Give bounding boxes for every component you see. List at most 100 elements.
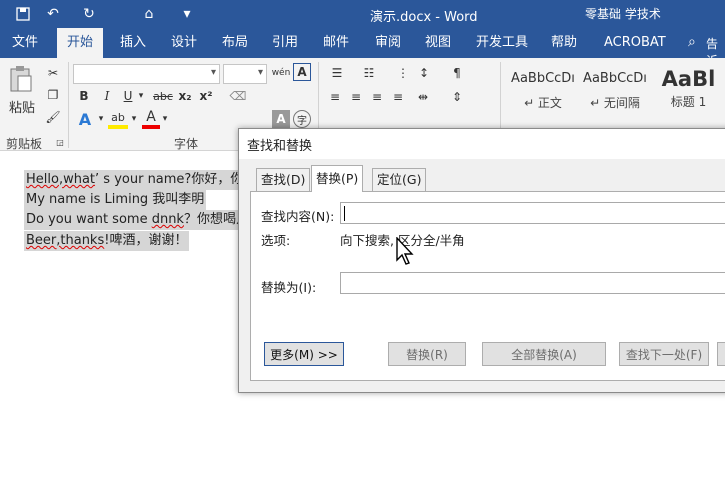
- font-size-combobox[interactable]: ▾: [223, 64, 267, 84]
- phonetic-label: wén: [271, 67, 291, 78]
- bold-button[interactable]: B: [76, 87, 92, 105]
- cut-icon[interactable]: ✂: [44, 64, 62, 82]
- clear-formatting-icon[interactable]: ⌫: [229, 87, 247, 105]
- tab-insert[interactable]: 插入: [116, 28, 150, 58]
- style-name: ↵ 无间隔: [590, 96, 640, 110]
- enclose-characters-button[interactable]: 字: [293, 110, 311, 128]
- sort-icon[interactable]: ↕: [413, 64, 435, 82]
- replace-with-label: 替换为(I):: [261, 280, 317, 295]
- font-name-combobox[interactable]: ▾: [73, 64, 220, 84]
- character-border-button[interactable]: A: [293, 63, 311, 81]
- line-text: Do you want some: [26, 212, 152, 227]
- style-preview: AaBl: [661, 67, 716, 91]
- underline-dropdown-icon[interactable]: ▾: [136, 87, 146, 105]
- document-title: 演示.docx - Word: [370, 10, 478, 25]
- dialog-title: 查找和替换: [247, 139, 313, 154]
- tab-file[interactable]: 文件: [8, 28, 42, 58]
- line-text: !啤酒，谢谢！: [104, 233, 188, 248]
- text-caret: [344, 206, 345, 221]
- tab-developer[interactable]: 开发工具: [472, 28, 532, 58]
- highlight-dropdown-icon[interactable]: ▾: [129, 113, 139, 125]
- font-color-button[interactable]: A: [142, 109, 160, 129]
- misspelled-text: Beer,thanks: [26, 233, 105, 248]
- format-painter-icon[interactable]: ⌂: [140, 5, 158, 23]
- style-no-spacing[interactable]: AaBbCcDı ↵ 无间隔: [580, 71, 650, 111]
- text-effects-button[interactable]: A: [75, 109, 95, 129]
- style-preview: AaBbCcDı: [511, 71, 575, 86]
- line-text: My name is Liming 我叫李明: [26, 192, 205, 207]
- font-color-dropdown-icon[interactable]: ▾: [160, 113, 170, 125]
- document-line[interactable]: Do you want some dnnk？你想喝点: [24, 210, 251, 230]
- find-what-input[interactable]: [340, 202, 725, 224]
- save-icon[interactable]: [14, 5, 32, 23]
- style-preview: AaBbCcDı: [583, 71, 647, 86]
- style-name: ↵ 正文: [524, 96, 562, 110]
- align-right-icon[interactable]: ≡: [367, 88, 387, 106]
- superscript-button[interactable]: x²: [197, 87, 215, 105]
- align-left-icon[interactable]: ≡: [325, 88, 345, 106]
- document-line[interactable]: Hello,what’ s your name?你好，你: [24, 170, 246, 190]
- phonetic-guide-button[interactable]: wén: [271, 62, 291, 84]
- copy-icon[interactable]: ❐: [44, 86, 62, 104]
- tab-review[interactable]: 审阅: [371, 28, 405, 58]
- style-normal[interactable]: AaBbCcDı ↵ 正文: [508, 71, 578, 111]
- align-center-icon[interactable]: ≡: [346, 88, 366, 106]
- user-name[interactable]: 零基础 学技术: [585, 5, 661, 22]
- tab-goto[interactable]: 定位(G): [372, 168, 427, 191]
- misspelled-text: Hello,what: [26, 172, 96, 187]
- search-icon[interactable]: ⌕: [688, 34, 696, 50]
- italic-button[interactable]: I: [99, 87, 115, 105]
- tab-references[interactable]: 引用: [268, 28, 302, 58]
- numbering-icon[interactable]: ☷: [357, 64, 381, 82]
- customize-quick-access-icon[interactable]: ▾: [178, 5, 196, 23]
- style-heading-1[interactable]: AaBl 标题 1: [652, 67, 725, 110]
- replace-with-input[interactable]: [340, 272, 725, 294]
- undo-icon[interactable]: ↶: [44, 5, 62, 23]
- text-effects-dropdown-icon[interactable]: ▾: [96, 113, 106, 125]
- line-text: ’ s your name?你好，你: [95, 172, 244, 187]
- tab-layout[interactable]: 布局: [218, 28, 252, 58]
- paste-button-label[interactable]: 粘贴: [7, 98, 37, 116]
- find-next-button[interactable]: 查找下一处(F): [619, 342, 709, 366]
- tab-replace[interactable]: 替换(P): [311, 165, 364, 192]
- find-replace-dialog: 查找和替换 查找(D) 替换(P) 定位(G) 查找内容(N): 选项: 向下搜…: [238, 128, 725, 393]
- line-spacing-icon[interactable]: ⇕: [446, 88, 468, 106]
- strikethrough-button[interactable]: abc: [152, 87, 174, 105]
- font-group-label: 字体: [174, 137, 199, 151]
- paste-icon[interactable]: [6, 64, 36, 94]
- mouse-pointer-icon: [396, 236, 416, 270]
- replace-button[interactable]: 替换(R): [388, 342, 466, 366]
- clipboard-group-label: 剪贴板: [6, 137, 43, 151]
- highlight-color-button[interactable]: ab: [108, 109, 128, 129]
- tab-mailings[interactable]: 邮件: [319, 28, 353, 58]
- show-marks-icon[interactable]: ¶: [446, 64, 468, 82]
- multilevel-list-icon[interactable]: ⋮: [391, 64, 415, 82]
- options-label: 选项:: [261, 233, 291, 248]
- document-line[interactable]: My name is Liming 我叫李明: [24, 190, 207, 210]
- tab-design[interactable]: 设计: [167, 28, 201, 58]
- tab-find[interactable]: 查找(D): [256, 168, 311, 191]
- distributed-icon[interactable]: ⇹: [413, 88, 433, 106]
- bullets-icon[interactable]: ☰: [325, 64, 349, 82]
- justify-icon[interactable]: ≡: [388, 88, 408, 106]
- title-bar: ↶ ↻ ⌂ ▾ 演示.docx - Word 零基础 学技术: [0, 0, 725, 28]
- tab-view[interactable]: 视图: [421, 28, 455, 58]
- underline-button[interactable]: U: [121, 87, 135, 105]
- tab-help[interactable]: 帮助: [547, 28, 581, 58]
- separator: [68, 62, 69, 148]
- document-line[interactable]: Beer,thanks!啤酒，谢谢！: [24, 231, 190, 251]
- character-shading-button[interactable]: A: [272, 110, 290, 128]
- replace-all-button[interactable]: 全部替换(A): [482, 342, 606, 366]
- dialog-launcher-icon[interactable]: ◲: [55, 137, 65, 147]
- find-what-label: 查找内容(N):: [261, 209, 335, 224]
- ribbon-tabs: 文件 开始 插入 设计 布局 引用 邮件 审阅 视图 开发工具 帮助 ACROB…: [0, 28, 725, 68]
- tab-home[interactable]: 开始: [57, 28, 103, 58]
- style-name: 标题 1: [670, 95, 707, 109]
- misspelled-text: dnnk: [151, 212, 184, 227]
- redo-icon[interactable]: ↻: [80, 5, 98, 23]
- format-painter-brush-icon[interactable]: 🖌: [44, 108, 62, 126]
- subscript-button[interactable]: x₂: [176, 87, 194, 105]
- cancel-button[interactable]: [717, 342, 725, 366]
- tab-acrobat[interactable]: ACROBAT: [600, 28, 670, 58]
- more-button[interactable]: 更多(M) >>: [264, 342, 344, 366]
